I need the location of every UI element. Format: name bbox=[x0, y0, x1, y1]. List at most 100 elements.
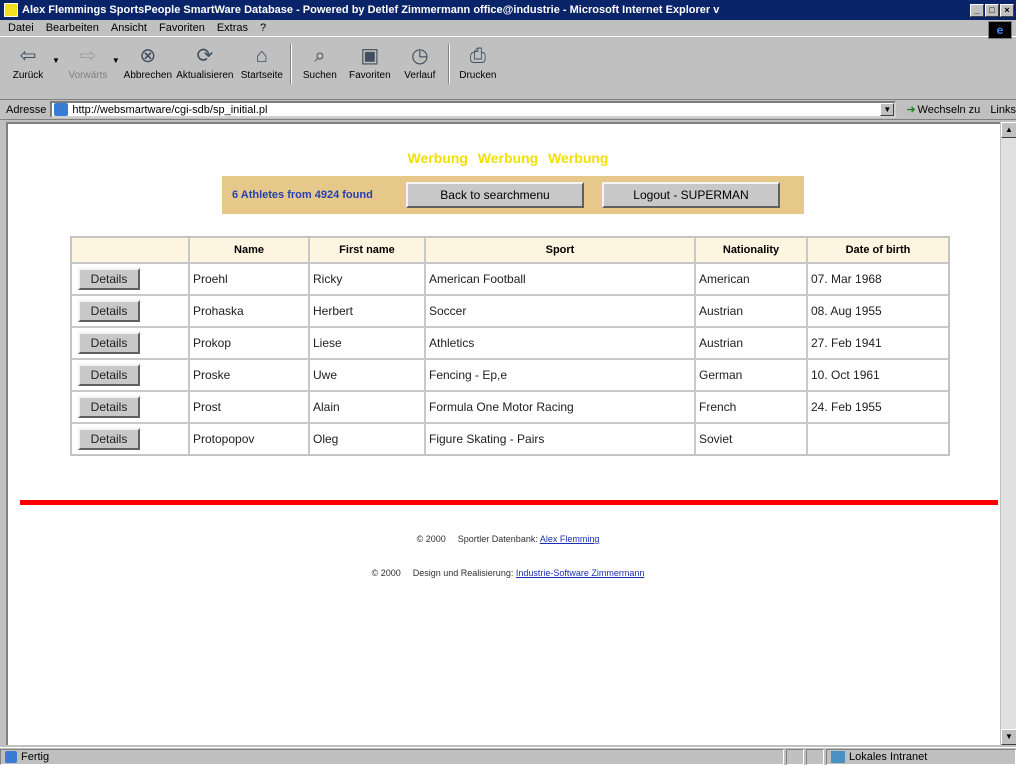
ad-banner: Werbung Werbung Werbung bbox=[407, 150, 609, 166]
stop-button[interactable]: ⊗ Abbrechen bbox=[123, 42, 173, 81]
table-row: Details Protopopov Oleg Figure Skating -… bbox=[71, 423, 949, 455]
first-name-cell: Herbert bbox=[309, 295, 425, 327]
minimize-button[interactable]: _ bbox=[970, 3, 984, 17]
forward-arrow-icon: ⇨ bbox=[79, 45, 97, 67]
refresh-button[interactable]: ⟳ Aktualisieren bbox=[176, 42, 234, 81]
nationality-cell: Soviet bbox=[695, 423, 807, 455]
footer-credit-design: © 2000 Design und Realisierung: Industrie… bbox=[8, 568, 1006, 578]
vertical-scrollbar[interactable]: ▲ ▼ bbox=[1000, 122, 1016, 745]
details-button[interactable]: Details bbox=[78, 300, 140, 322]
first-name-cell: Alain bbox=[309, 391, 425, 423]
author-link[interactable]: Alex Flemming bbox=[540, 534, 600, 544]
name-cell: Proske bbox=[189, 359, 309, 391]
logout-button[interactable]: Logout - SUPERMAN bbox=[602, 182, 780, 208]
search-button[interactable]: ⌕ Suchen bbox=[298, 42, 342, 81]
dob-cell: 10. Oct 1961 bbox=[807, 359, 949, 391]
scroll-up-icon[interactable]: ▲ bbox=[1001, 122, 1016, 138]
sport-cell: American Football bbox=[425, 263, 695, 295]
details-button[interactable]: Details bbox=[78, 396, 140, 418]
favorites-button[interactable]: ▣ Favoriten bbox=[348, 42, 392, 81]
footer-label: Sportler Datenbank: bbox=[457, 534, 538, 544]
page-icon bbox=[54, 103, 69, 116]
name-cell: Prokop bbox=[189, 327, 309, 359]
history-label: Verlauf bbox=[404, 70, 436, 81]
table-row: Details Proske Uwe Fencing - Ep,e German… bbox=[71, 359, 949, 391]
ie-logo-icon: e bbox=[988, 21, 1012, 39]
links-button[interactable]: Links bbox=[990, 104, 1016, 116]
menu-bearbeiten[interactable]: Bearbeiten bbox=[46, 22, 99, 34]
search-icon: ⌕ bbox=[314, 45, 326, 67]
results-count: 6 Athletes from 4924 found bbox=[232, 189, 373, 201]
first-name-cell: Liese bbox=[309, 327, 425, 359]
menu-datei[interactable]: Datei bbox=[8, 22, 34, 34]
back-label: Zurück bbox=[12, 70, 44, 81]
menu-extras[interactable]: Extras bbox=[217, 22, 248, 34]
header-name: Name bbox=[189, 237, 309, 263]
address-dropdown-icon[interactable]: ▼ bbox=[880, 103, 895, 116]
nationality-cell: Austrian bbox=[695, 295, 807, 327]
dob-cell: 27. Feb 1941 bbox=[807, 327, 949, 359]
back-button[interactable]: ⇦ Zurück bbox=[6, 42, 50, 81]
forward-button[interactable]: ⇨ Vorwärts bbox=[66, 42, 110, 81]
actions-cell: Details bbox=[71, 263, 189, 295]
home-button[interactable]: ⌂ Startseite bbox=[240, 42, 284, 81]
details-button[interactable]: Details bbox=[78, 268, 140, 290]
address-label: Adresse bbox=[6, 103, 47, 116]
stop-icon: ⊗ bbox=[139, 45, 157, 67]
status-cell bbox=[806, 748, 824, 765]
back-dropdown-icon[interactable]: ▼ bbox=[52, 56, 60, 65]
refresh-icon: ⟳ bbox=[196, 45, 214, 67]
name-cell: Prohaska bbox=[189, 295, 309, 327]
address-input[interactable]: http://websmartware/cgi-sdb/sp_initial.p… bbox=[50, 101, 897, 118]
history-button[interactable]: ◷ Verlauf bbox=[398, 42, 442, 81]
footer-copyright: © 2000 bbox=[371, 568, 401, 578]
results-panel: 6 Athletes from 4924 found Back to searc… bbox=[222, 176, 804, 214]
first-name-cell: Oleg bbox=[309, 423, 425, 455]
forward-dropdown-icon[interactable]: ▼ bbox=[112, 56, 120, 65]
sport-cell: Fencing - Ep,e bbox=[425, 359, 695, 391]
dob-cell bbox=[807, 423, 949, 455]
designer-link[interactable]: Industrie-Software Zimmermann bbox=[516, 568, 645, 578]
actions-cell: Details bbox=[71, 391, 189, 423]
goto-arrow-icon: ➜ bbox=[906, 104, 916, 116]
print-button[interactable]: ⎙ Drucken bbox=[456, 42, 500, 81]
goto-label: Wechseln zu bbox=[917, 104, 981, 116]
details-button[interactable]: Details bbox=[78, 428, 140, 450]
forward-label: Vorwärts bbox=[68, 70, 108, 81]
header-nationality: Nationality bbox=[695, 237, 807, 263]
header-date-of-birth: Date of birth bbox=[807, 237, 949, 263]
maximize-button[interactable]: □ bbox=[985, 3, 999, 17]
nationality-cell: German bbox=[695, 359, 807, 391]
nationality-cell: French bbox=[695, 391, 807, 423]
zone-text: Lokales Intranet bbox=[849, 750, 928, 763]
scroll-down-icon[interactable]: ▼ bbox=[1001, 729, 1016, 745]
stop-label: Abbrechen bbox=[123, 70, 173, 81]
back-arrow-icon: ⇦ bbox=[19, 45, 37, 67]
home-icon: ⌂ bbox=[255, 45, 268, 67]
name-cell: Proehl bbox=[189, 263, 309, 295]
toolbar-separator bbox=[289, 44, 292, 84]
menu-favoriten[interactable]: Favoriten bbox=[159, 22, 205, 34]
refresh-label: Aktualisieren bbox=[176, 70, 234, 81]
details-button[interactable]: Details bbox=[78, 364, 140, 386]
details-button[interactable]: Details bbox=[78, 332, 140, 354]
history-icon: ◷ bbox=[411, 45, 429, 67]
status-bar: Fertig Lokales Intranet bbox=[0, 747, 1016, 765]
back-to-searchmenu-button[interactable]: Back to searchmenu bbox=[406, 182, 584, 208]
status-cell bbox=[786, 748, 804, 765]
menu-ansicht[interactable]: Ansicht bbox=[111, 22, 147, 34]
close-button[interactable]: × bbox=[1000, 3, 1014, 17]
window-titlebar: Alex Flemmings SportsPeople SmartWare Da… bbox=[0, 0, 1016, 20]
sport-cell: Soccer bbox=[425, 295, 695, 327]
search-label: Suchen bbox=[302, 70, 337, 81]
printer-icon: ⎙ bbox=[469, 45, 486, 67]
favorites-label: Favoriten bbox=[349, 70, 391, 81]
intranet-zone-icon bbox=[831, 750, 845, 763]
status-main: Fertig bbox=[0, 748, 784, 765]
toolbar-separator bbox=[447, 44, 450, 84]
menu-help[interactable]: ? bbox=[260, 22, 266, 34]
footer-label: Design und Realisierung: bbox=[412, 568, 514, 578]
goto-button[interactable]: ➜ Wechseln zu bbox=[906, 103, 980, 116]
dob-cell: 07. Mar 1968 bbox=[807, 263, 949, 295]
results-table: Name First name Sport Nationality Date o… bbox=[70, 236, 950, 456]
